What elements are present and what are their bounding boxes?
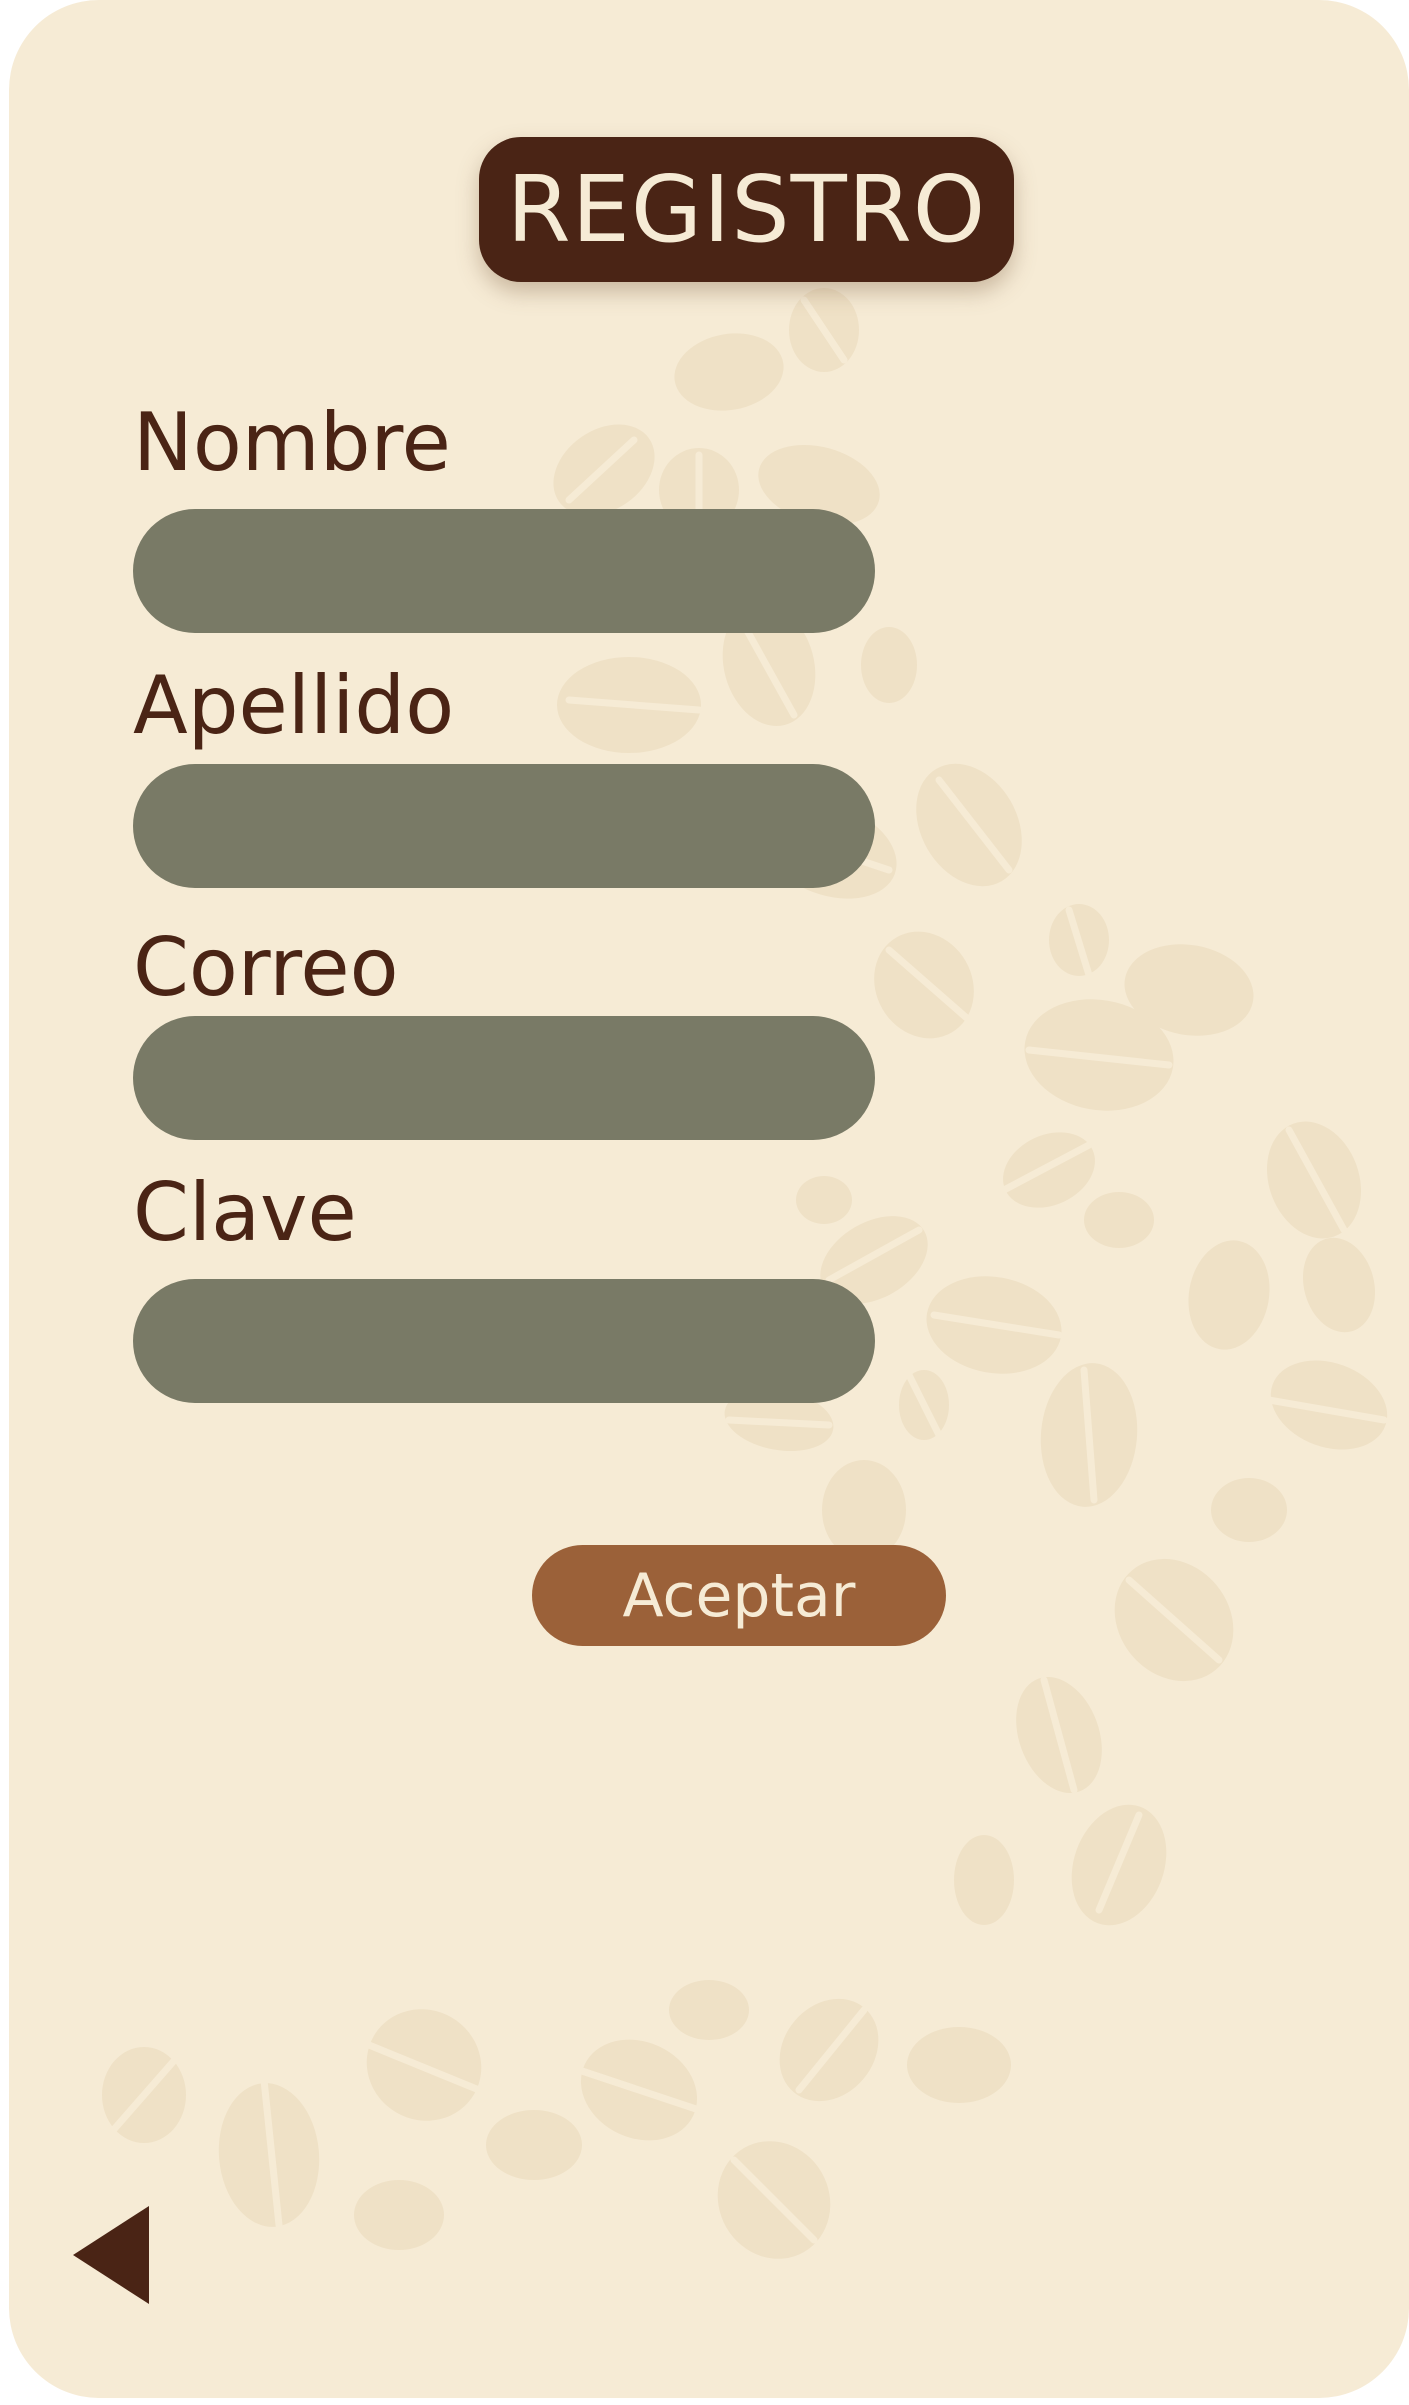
registration-screen: REGISTRO Nombre Apellido Correo Clave Ac… [9, 0, 1409, 2398]
clave-input[interactable] [133, 1279, 875, 1403]
clave-label: Clave [133, 1166, 357, 1259]
nombre-input[interactable] [133, 509, 875, 633]
accept-button[interactable]: Aceptar [532, 1545, 946, 1646]
nombre-label: Nombre [133, 396, 451, 489]
apellido-label: Apellido [133, 659, 455, 752]
page-title: REGISTRO [506, 155, 987, 263]
correo-label: Correo [133, 921, 399, 1014]
apellido-input[interactable] [133, 764, 875, 888]
correo-input[interactable] [133, 1016, 875, 1140]
title-badge: REGISTRO [479, 137, 1014, 282]
triangle-left-icon [73, 2206, 149, 2304]
back-button[interactable] [59, 2200, 159, 2310]
